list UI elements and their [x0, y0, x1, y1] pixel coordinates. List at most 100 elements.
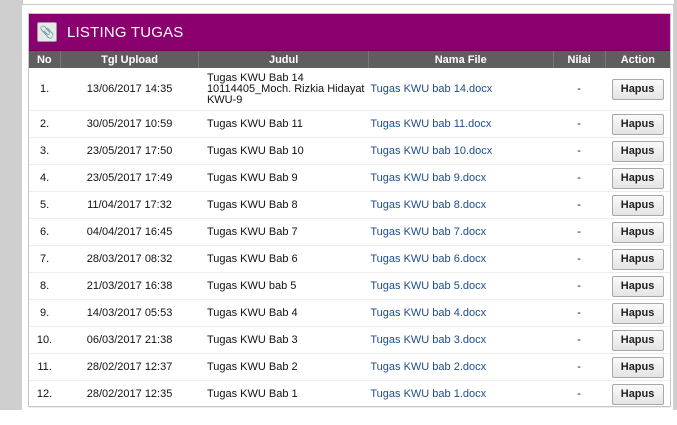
cell-no: 2. — [29, 110, 61, 138]
listing-card: 📎 LISTING TUGAS No Tgl Upload Judul Nama… — [28, 13, 671, 408]
cell-nilai: - — [553, 137, 606, 165]
table-row: 11. 28/02/2017 12:37 Tugas KWU Bab 2 Tug… — [29, 353, 670, 381]
cell-no: 10. — [29, 326, 61, 354]
hapus-button[interactable]: Hapus — [611, 113, 664, 135]
paperclip-icon: 📎 — [37, 22, 57, 42]
cell-no: 4. — [29, 164, 61, 192]
cell-nama-file: Tugas KWU bab 2.docx — [368, 353, 554, 381]
hapus-button[interactable]: Hapus — [611, 383, 664, 405]
hapus-button[interactable]: Hapus — [611, 194, 664, 216]
table-row: 1. 13/06/2017 14:35 Tugas KWU Bab 14 101… — [29, 68, 670, 111]
cell-nilai: - — [553, 380, 606, 408]
hapus-button[interactable]: Hapus — [611, 221, 664, 243]
cell-nama-file: Tugas KWU bab 14.docx — [368, 68, 554, 111]
cell-judul: Tugas KWU Bab 7 — [198, 218, 369, 246]
cell-action: Hapus — [605, 245, 670, 273]
cell-nama-file: Tugas KWU bab 4.docx — [368, 299, 554, 327]
col-header-nama-file: Nama File — [368, 51, 554, 68]
cell-nilai: - — [553, 299, 606, 327]
cell-tgl-upload: 06/03/2017 21:38 — [60, 326, 199, 354]
cell-no: 5. — [29, 191, 61, 219]
cell-nilai: - — [553, 68, 606, 111]
cell-action: Hapus — [605, 110, 670, 138]
hapus-button[interactable]: Hapus — [611, 275, 664, 297]
cell-tgl-upload: 28/02/2017 12:35 — [60, 380, 199, 408]
cell-nilai: - — [553, 353, 606, 381]
cell-tgl-upload: 28/03/2017 08:32 — [60, 245, 199, 273]
hapus-button[interactable]: Hapus — [611, 329, 664, 351]
col-header-tgl-upload: Tgl Upload — [60, 51, 200, 68]
hapus-button[interactable]: Hapus — [611, 167, 664, 189]
bottom-strip — [0, 410, 677, 425]
cell-nilai: - — [553, 164, 606, 192]
table-body: 1. 13/06/2017 14:35 Tugas KWU Bab 14 101… — [29, 68, 670, 408]
cell-judul: Tugas KWU Bab 6 — [198, 245, 369, 273]
table-header: No Tgl Upload Judul Nama File Nilai Acti… — [29, 51, 670, 68]
cell-action: Hapus — [605, 137, 670, 165]
cell-tgl-upload: 21/03/2017 16:38 — [60, 272, 199, 300]
table-row: 4. 23/05/2017 17:49 Tugas KWU Bab 9 Tuga… — [29, 164, 670, 192]
cell-action: Hapus — [605, 326, 670, 354]
cell-nilai: - — [553, 326, 606, 354]
right-gutter — [673, 0, 677, 410]
cell-judul: Tugas KWU Bab 1 — [198, 380, 369, 408]
table-row: 7. 28/03/2017 08:32 Tugas KWU Bab 6 Tuga… — [29, 245, 670, 273]
file-link[interactable]: Tugas KWU bab 3.docx — [370, 334, 486, 346]
cell-nilai: - — [553, 218, 606, 246]
file-link[interactable]: Tugas KWU bab 4.docx — [370, 307, 486, 319]
cell-no: 1. — [29, 68, 61, 111]
col-header-nilai: Nilai — [553, 51, 606, 68]
cell-nilai: - — [553, 245, 606, 273]
file-link[interactable]: Tugas KWU bab 9.docx — [370, 172, 486, 184]
cell-nama-file: Tugas KWU bab 11.docx — [368, 110, 554, 138]
cell-tgl-upload: 14/03/2017 05:53 — [60, 299, 199, 327]
cell-action: Hapus — [605, 380, 670, 408]
cell-tgl-upload: 13/06/2017 14:35 — [60, 68, 199, 111]
cell-no: 12. — [29, 380, 61, 408]
cell-action: Hapus — [605, 164, 670, 192]
cell-tgl-upload: 28/02/2017 12:37 — [60, 353, 199, 381]
file-link[interactable]: Tugas KWU bab 14.docx — [370, 83, 492, 95]
file-link[interactable]: Tugas KWU bab 8.docx — [370, 199, 486, 211]
file-link[interactable]: Tugas KWU bab 1.docx — [370, 388, 486, 400]
cell-action: Hapus — [605, 272, 670, 300]
cell-judul: Tugas KWU Bab 8 — [198, 191, 369, 219]
cell-action: Hapus — [605, 353, 670, 381]
cell-nilai: - — [553, 110, 606, 138]
listing-title: LISTING TUGAS — [67, 23, 184, 41]
hapus-button[interactable]: Hapus — [611, 78, 664, 100]
cell-judul: Tugas KWU Bab 2 — [198, 353, 369, 381]
file-link[interactable]: Tugas KWU bab 11.docx — [370, 118, 491, 130]
cell-nama-file: Tugas KWU bab 7.docx — [368, 218, 554, 246]
file-link[interactable]: Tugas KWU bab 5.docx — [370, 280, 486, 292]
file-link[interactable]: Tugas KWU bab 10.docx — [370, 145, 492, 157]
table-row: 5. 11/04/2017 17:32 Tugas KWU Bab 8 Tuga… — [29, 191, 670, 219]
cell-judul: Tugas KWU Bab 10 — [198, 137, 369, 165]
cell-no: 3. — [29, 137, 61, 165]
cell-nilai: - — [553, 272, 606, 300]
table-row: 6. 04/04/2017 16:45 Tugas KWU Bab 7 Tuga… — [29, 218, 670, 246]
left-gutter — [0, 0, 22, 410]
file-link[interactable]: Tugas KWU bab 2.docx — [370, 361, 486, 373]
cell-no: 9. — [29, 299, 61, 327]
cell-nama-file: Tugas KWU bab 10.docx — [368, 137, 554, 165]
hapus-button[interactable]: Hapus — [611, 302, 664, 324]
hapus-button[interactable]: Hapus — [611, 248, 664, 270]
cell-judul: Tugas KWU Bab 4 — [198, 299, 369, 327]
cell-no: 6. — [29, 218, 61, 246]
file-link[interactable]: Tugas KWU bab 7.docx — [370, 226, 486, 238]
table-row: 8. 21/03/2017 16:38 Tugas KWU bab 5 Tuga… — [29, 272, 670, 300]
cell-judul: Tugas KWU Bab 9 — [198, 164, 369, 192]
hapus-button[interactable]: Hapus — [611, 356, 664, 378]
cell-no: 8. — [29, 272, 61, 300]
file-link[interactable]: Tugas KWU bab 6.docx — [370, 253, 486, 265]
hapus-button[interactable]: Hapus — [611, 140, 664, 162]
cell-nama-file: Tugas KWU bab 6.docx — [368, 245, 554, 273]
table-row: 12. 28/02/2017 12:35 Tugas KWU Bab 1 Tug… — [29, 380, 670, 408]
cell-nama-file: Tugas KWU bab 3.docx — [368, 326, 554, 354]
table-row: 9. 14/03/2017 05:53 Tugas KWU Bab 4 Tuga… — [29, 299, 670, 327]
cell-judul: Tugas KWU Bab 3 — [198, 326, 369, 354]
cell-nama-file: Tugas KWU bab 1.docx — [368, 380, 554, 408]
cell-tgl-upload: 23/05/2017 17:50 — [60, 137, 199, 165]
cell-tgl-upload: 23/05/2017 17:49 — [60, 164, 199, 192]
